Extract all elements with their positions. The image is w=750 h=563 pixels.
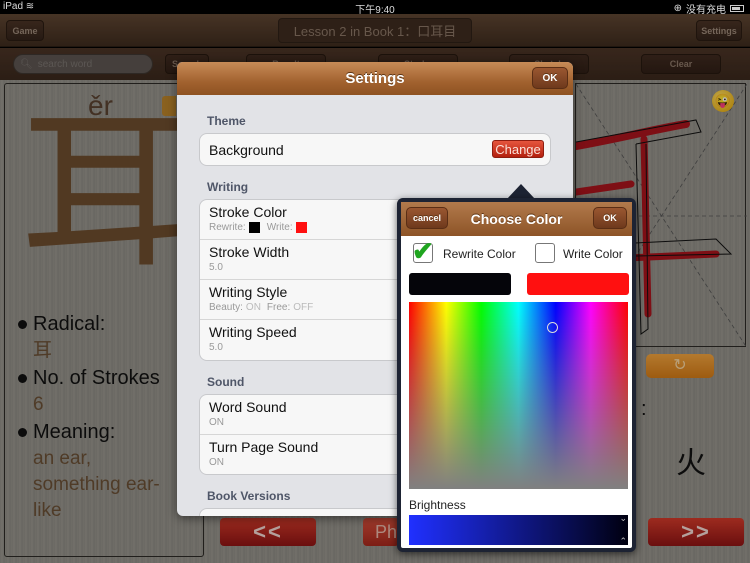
- write-color-label: Write Color: [563, 247, 623, 261]
- free-label: Free:: [266, 302, 291, 313]
- beauty-value: ON: [245, 302, 261, 313]
- write-color-swatch: [295, 222, 307, 233]
- rewrite-color-swatch: [248, 222, 260, 233]
- rotation-lock-icon: ⊕: [673, 3, 682, 14]
- popover-arrow: [507, 184, 535, 199]
- free-value: OFF: [293, 302, 314, 313]
- settings-header: Settings OK: [177, 62, 573, 95]
- change-background-button[interactable]: Change: [492, 140, 544, 158]
- rewrite-color-checkbox[interactable]: ✔: [412, 236, 434, 266]
- rewrite-color-label: Rewrite:: [209, 222, 246, 233]
- rewrite-color-label: Rewrite Color: [443, 247, 516, 261]
- background-row[interactable]: Background Change: [200, 134, 550, 165]
- color-target-options: ✔ Rewrite Color Write Color: [409, 236, 629, 267]
- write-color-preview[interactable]: [527, 273, 629, 295]
- brightness-slider[interactable]: ⌄ ⌃: [409, 513, 628, 546]
- status-bar: iPad ≋ 下午9:40 ⊕ 没有充电: [0, 0, 750, 16]
- rewrite-color-preview[interactable]: [409, 273, 511, 295]
- chevron-down-icon: ⌄: [619, 513, 627, 523]
- color-spectrum[interactable]: [409, 302, 628, 489]
- choose-color-header: cancel Choose Color OK: [401, 202, 632, 236]
- theme-section-title: Theme: [207, 114, 246, 128]
- choose-color-ok-button[interactable]: OK: [593, 207, 627, 229]
- choose-color-title: Choose Color: [470, 211, 563, 227]
- battery-icon: [730, 5, 744, 12]
- writing-section-title: Writing: [207, 180, 249, 194]
- choose-color-popover: cancel Choose Color OK ✔ Rewrite Color W…: [397, 198, 636, 552]
- cancel-button[interactable]: cancel: [406, 207, 448, 229]
- theme-group: Background Change: [199, 133, 551, 166]
- beauty-label: Beauty:: [209, 302, 243, 313]
- sound-section-title: Sound: [207, 375, 245, 389]
- spectrum-cursor[interactable]: [547, 322, 558, 333]
- brightness-label: Brightness: [409, 498, 466, 512]
- chevron-up-icon: ⌃: [619, 536, 627, 546]
- write-color-label: Write:: [266, 222, 293, 233]
- book-versions-section-title: Book Versions: [207, 489, 291, 503]
- settings-title: Settings: [345, 70, 405, 87]
- write-color-checkbox[interactable]: [535, 243, 555, 263]
- checkmark-icon: ✔: [412, 236, 434, 266]
- settings-ok-button[interactable]: OK: [532, 67, 568, 89]
